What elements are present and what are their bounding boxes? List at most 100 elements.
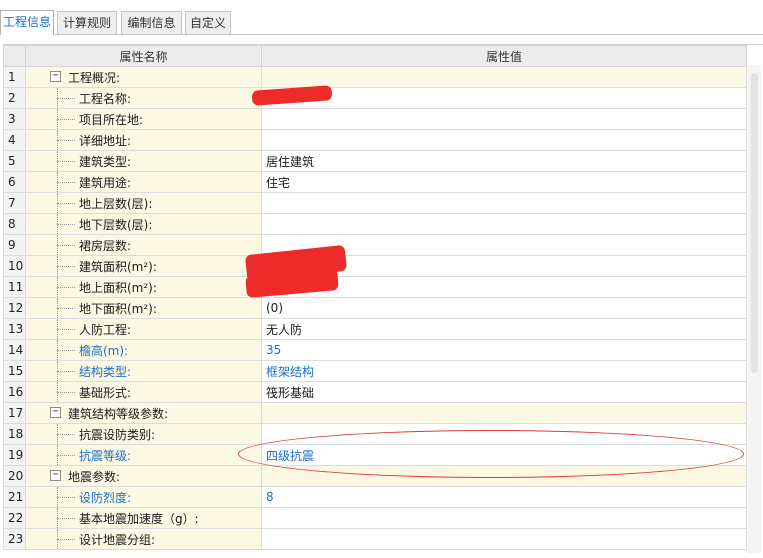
group-row[interactable]: 17− 建筑结构等级参数: <box>3 402 747 424</box>
row-number: 22 <box>3 507 26 529</box>
property-value-cell[interactable]: 框架结构 <box>261 360 747 382</box>
property-name-cell[interactable]: 建筑面积(m²): <box>25 255 262 277</box>
property-name-cell[interactable]: 项目所在地: <box>25 108 262 130</box>
tree-connector <box>57 392 75 393</box>
property-value-cell[interactable] <box>261 402 747 424</box>
tab-calc-rules[interactable]: 计算规则 <box>57 11 117 34</box>
property-row[interactable]: 11 地上面积(m²): <box>3 276 747 298</box>
row-number: 19 <box>3 444 26 466</box>
collapse-icon[interactable]: − <box>50 470 61 481</box>
property-row[interactable]: 8 地下层数(层): <box>3 213 747 235</box>
property-name-label: 地震参数: <box>68 469 121 484</box>
property-value-cell[interactable]: 8 <box>261 486 747 508</box>
property-row[interactable]: 14 檐高(m): 35 <box>3 339 747 361</box>
property-row[interactable]: 6 建筑用途: 住宅 <box>3 171 747 193</box>
row-number: 12 <box>3 297 26 319</box>
tab-project-info[interactable]: 工程信息 <box>0 10 54 35</box>
property-name-cell[interactable]: 结构类型: <box>25 360 262 382</box>
header-property-value[interactable]: 属性值 <box>261 45 747 67</box>
property-row[interactable]: 23 设计地震分组: <box>3 528 747 550</box>
property-name-cell[interactable]: 详细地址: <box>25 129 262 151</box>
property-row[interactable]: 10 建筑面积(m²): <box>3 255 747 277</box>
property-name-cell[interactable]: 人防工程: <box>25 318 262 340</box>
row-number: 13 <box>3 318 26 340</box>
property-value-cell[interactable] <box>261 129 747 151</box>
property-value-cell[interactable]: 筏形基础 <box>261 381 747 403</box>
collapse-icon[interactable]: − <box>50 407 61 418</box>
property-row[interactable]: 2 工程名称: <box>3 87 747 109</box>
property-row[interactable]: 22 基本地震加速度（g）: <box>3 507 747 529</box>
property-name-label: 设计地震分组: <box>79 532 156 547</box>
property-name-cell[interactable]: 设计地震分组: <box>25 528 262 550</box>
tree-connector <box>57 245 75 246</box>
property-row[interactable]: 13 人防工程: 无人防 <box>3 318 747 340</box>
property-name-cell[interactable]: 地上面积(m²): <box>25 276 262 298</box>
property-row[interactable]: 5 建筑类型: 居住建筑 <box>3 150 747 172</box>
property-name-label: 抗震设防类别: <box>79 427 156 442</box>
vertical-scrollbar[interactable] <box>748 65 761 553</box>
scrollbar-thumb[interactable] <box>751 73 758 373</box>
property-name-cell[interactable]: 设防烈度: <box>25 486 262 508</box>
property-name-label: 工程概况: <box>68 70 121 85</box>
tree-connector <box>57 455 75 456</box>
property-row[interactable]: 15 结构类型: 框架结构 <box>3 360 747 382</box>
tree-connector <box>57 98 75 99</box>
property-row[interactable]: 9 裙房层数: <box>3 234 747 256</box>
row-number: 7 <box>3 192 26 214</box>
property-value-cell[interactable]: (0) <box>261 297 747 319</box>
property-value-cell[interactable]: 住宅 <box>261 171 747 193</box>
property-value-cell[interactable] <box>261 108 747 130</box>
row-number: 9 <box>3 234 26 256</box>
property-name-cell[interactable]: 基础形式: <box>25 381 262 403</box>
tree-connector <box>57 140 75 141</box>
property-name-cell[interactable]: 抗震设防类别: <box>25 423 262 445</box>
property-row[interactable]: 4 详细地址: <box>3 129 747 151</box>
property-name-cell[interactable]: 裙房层数: <box>25 234 262 256</box>
property-name-cell[interactable]: 地下层数(层): <box>25 213 262 235</box>
property-name-cell[interactable]: 基本地震加速度（g）: <box>25 507 262 529</box>
property-name-cell[interactable]: 地下面积(m²): <box>25 297 262 319</box>
property-name-label: 基本地震加速度（g）: <box>79 511 199 526</box>
collapse-icon[interactable]: − <box>50 71 61 82</box>
property-value-cell[interactable] <box>261 528 747 550</box>
group-row[interactable]: 1− 工程概况: <box>3 66 747 88</box>
property-name-label: 详细地址: <box>79 133 132 148</box>
property-value-cell[interactable] <box>261 213 747 235</box>
property-value-cell[interactable]: 无人防 <box>261 318 747 340</box>
tree-connector <box>57 266 75 267</box>
property-name-cell[interactable]: 建筑用途: <box>25 171 262 193</box>
property-name-label: 建筑面积(m²): <box>79 259 157 274</box>
property-value-cell[interactable] <box>261 87 747 109</box>
property-name-cell[interactable]: 工程名称: <box>25 87 262 109</box>
property-row[interactable]: 7 地上层数(层): <box>3 192 747 214</box>
row-number: 10 <box>3 255 26 277</box>
property-name-cell[interactable]: 建筑类型: <box>25 150 262 172</box>
property-name-cell[interactable]: 地上层数(层): <box>25 192 262 214</box>
tree-connector <box>57 371 75 372</box>
property-value-cell[interactable]: 居住建筑 <box>261 150 747 172</box>
property-row[interactable]: 21 设防烈度: 8 <box>3 486 747 508</box>
row-number: 4 <box>3 129 26 151</box>
property-value-cell[interactable] <box>261 507 747 529</box>
property-row[interactable]: 3 项目所在地: <box>3 108 747 130</box>
header-row: 属性名称 属性值 <box>3 45 747 67</box>
tree-connector <box>57 203 75 204</box>
property-row[interactable]: 12 地下面积(m²): (0) <box>3 297 747 319</box>
property-name-cell[interactable]: 檐高(m): <box>25 339 262 361</box>
property-value-cell[interactable] <box>261 192 747 214</box>
property-name-cell[interactable]: 抗震等级: <box>25 444 262 466</box>
property-value-cell[interactable] <box>261 66 747 88</box>
property-name-label: 人防工程: <box>79 322 132 337</box>
header-property-name[interactable]: 属性名称 <box>25 45 262 67</box>
property-row[interactable]: 16 基础形式: 筏形基础 <box>3 381 747 403</box>
tab-custom[interactable]: 自定义 <box>185 11 231 34</box>
property-value-cell[interactable]: 35 <box>261 339 747 361</box>
tab-compile-info[interactable]: 编制信息 <box>121 11 182 34</box>
highlight-ellipse <box>238 430 744 478</box>
property-name-cell[interactable]: − 地震参数: <box>25 465 262 487</box>
property-name-cell[interactable]: − 工程概况: <box>25 66 262 88</box>
tree-connector <box>57 287 75 288</box>
property-name-cell[interactable]: − 建筑结构等级参数: <box>25 402 262 424</box>
tree-connector <box>57 182 75 183</box>
property-name-label: 建筑结构等级参数: <box>68 406 169 421</box>
